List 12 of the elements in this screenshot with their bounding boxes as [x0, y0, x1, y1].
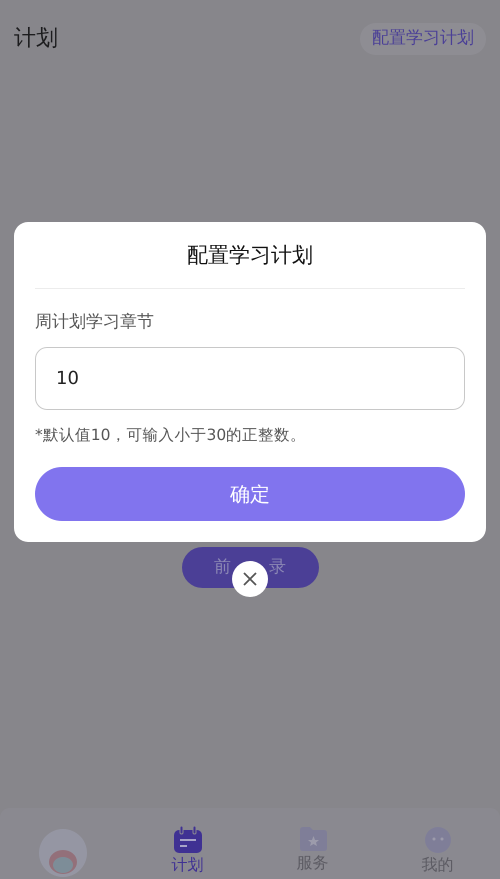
dialog-title: 配置学习计划 [35, 222, 465, 288]
close-icon [242, 571, 258, 588]
hint-text: *默认值10，可输入小于30的正整数。 [35, 425, 308, 446]
confirm-button[interactable]: 确定 [35, 467, 465, 522]
field-label: 周计划学习章节 [35, 310, 155, 334]
calendar-icon [172, 826, 204, 854]
folder-icon [298, 826, 328, 852]
input-field[interactable]: 10 [35, 347, 465, 410]
configure-plan-button[interactable]: 配置学习计划 [360, 22, 486, 54]
face-icon [424, 826, 452, 854]
nav-tab[interactable]: 计划 [125, 822, 250, 875]
page-title: 计划 [14, 25, 58, 53]
